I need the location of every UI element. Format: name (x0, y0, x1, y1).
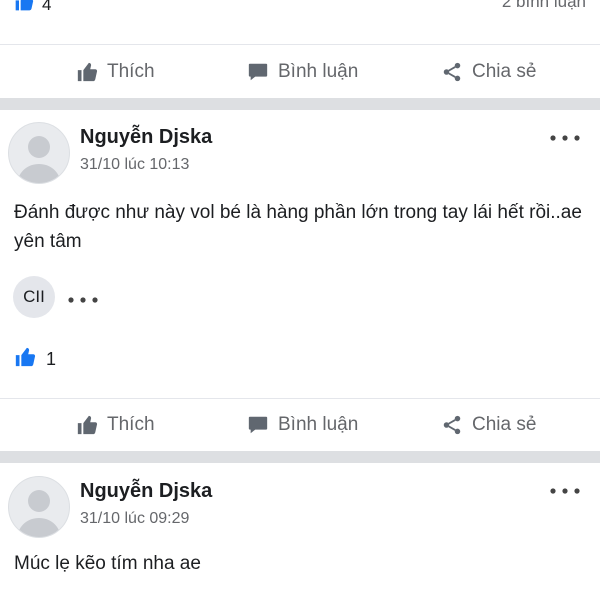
avatar-placeholder (17, 490, 61, 537)
like-count: 4 (42, 0, 52, 14)
post-actions: Thích Bình luận Chia sẻ (0, 399, 600, 451)
post-time[interactable]: 31/10 lúc 09:29 (80, 510, 189, 528)
share-label: Chia sẻ (472, 61, 537, 82)
comment-count[interactable]: 2 bình luận (502, 0, 586, 12)
like-button[interactable]: Thích (75, 413, 155, 437)
post-divider (0, 451, 600, 463)
like-count: 1 (46, 349, 57, 369)
like-summary[interactable]: 4 (14, 0, 51, 17)
thumbs-up-icon (14, 0, 34, 17)
share-button[interactable]: Chia sẻ (440, 413, 536, 437)
avatar[interactable] (8, 476, 70, 538)
share-button[interactable]: Chia sẻ (440, 60, 536, 84)
comment-icon (246, 413, 270, 437)
post-actions: Thích Bình luận Chia sẻ (0, 46, 600, 98)
more-icon[interactable] (545, 479, 585, 503)
like-label: Thích (107, 61, 155, 82)
thumbs-up-icon (14, 346, 36, 373)
share-icon (440, 60, 464, 84)
comment-button[interactable]: Bình luận (246, 413, 358, 437)
avatar-placeholder (17, 136, 61, 183)
avatar[interactable] (8, 122, 70, 184)
post-text: Đánh được như này vol bé là hàng phần lớ… (14, 202, 582, 252)
comment-label: Bình luận (278, 414, 359, 435)
post-text: Múc lẹ kẽo tím nha ae (14, 553, 201, 574)
like-label: Thích (107, 414, 155, 435)
share-icon (440, 413, 464, 437)
like-button[interactable]: Thích (75, 60, 155, 84)
post-time[interactable]: 31/10 lúc 10:13 (80, 156, 189, 174)
like-summary[interactable]: 1 (14, 346, 56, 373)
comment-icon (246, 60, 270, 84)
share-label: Chia sẻ (472, 414, 537, 435)
post-divider (0, 98, 600, 110)
author-name[interactable]: Nguyễn Djska (80, 126, 212, 149)
author-name[interactable]: Nguyễn Djska (80, 480, 212, 503)
separator (0, 44, 600, 45)
thumbs-up-icon (75, 413, 99, 437)
thumbs-up-icon (75, 60, 99, 84)
more-icon[interactable] (68, 282, 98, 310)
reactor-avatar[interactable]: CII (13, 276, 55, 318)
comment-button[interactable]: Bình luận (246, 60, 358, 84)
comment-label: Bình luận (278, 61, 359, 82)
more-icon[interactable] (545, 126, 585, 150)
